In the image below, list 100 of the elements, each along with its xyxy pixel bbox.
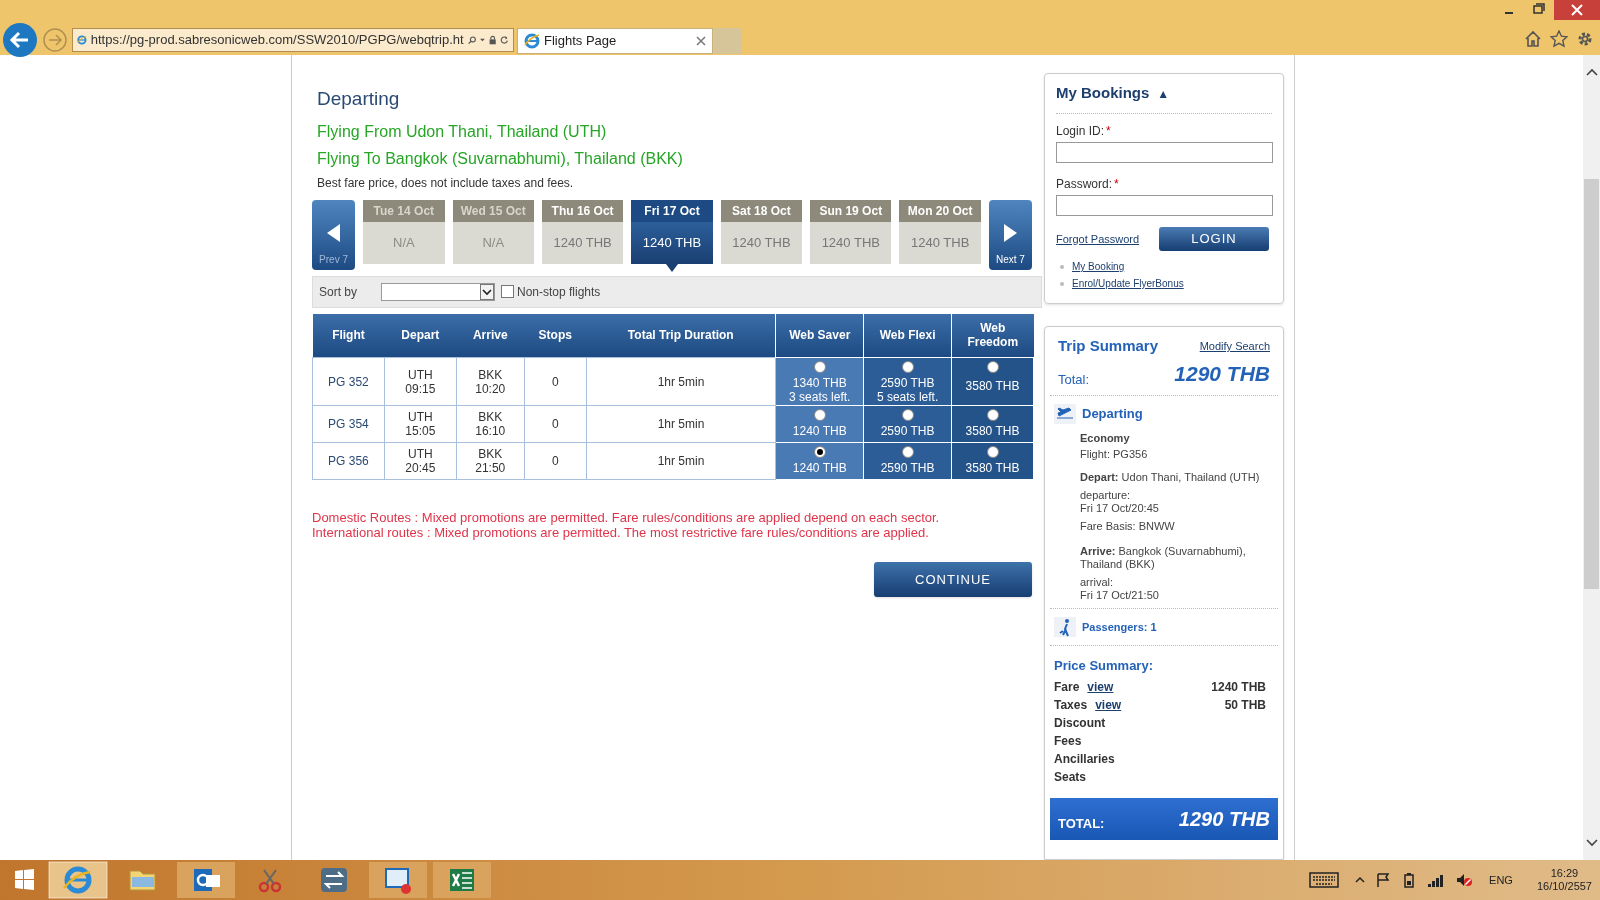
right-arrow-icon <box>1003 223 1018 242</box>
total-label: TOTAL: <box>1058 814 1105 833</box>
fare-cell: 3580 THB <box>951 357 1034 406</box>
modify-search-link[interactable]: Modify Search <box>1199 338 1270 355</box>
departure-time: Fri 17 Oct/20:45 <box>1080 502 1160 515</box>
column-header: Depart <box>384 313 457 358</box>
scrollbar[interactable] <box>1583 55 1600 860</box>
flight-number: PG 352 <box>312 357 385 406</box>
star-icon[interactable] <box>1550 30 1568 48</box>
fare-cell: 1340 THB 3 seats left. <box>775 357 864 406</box>
signal-icon[interactable] <box>1427 872 1446 888</box>
plane-icon <box>1054 404 1076 424</box>
fare-basis: Fare Basis: BNWW <box>1080 520 1176 533</box>
fare-radio[interactable] <box>813 446 826 458</box>
keyboard-icon[interactable] <box>1309 871 1340 889</box>
fare-radio[interactable] <box>986 361 999 373</box>
fare-cell: 1240 THB <box>775 405 864 443</box>
column-header: Total Trip Duration <box>586 313 776 358</box>
settings-icon[interactable] <box>1576 30 1594 48</box>
flag-icon[interactable] <box>1375 872 1392 888</box>
table-cell: 0 <box>524 442 587 480</box>
view-link[interactable]: view <box>1095 695 1122 714</box>
table-cell: UTH 20:45 <box>384 442 457 480</box>
sort-dropdown[interactable] <box>381 282 495 301</box>
cabin-class: Economy <box>1080 432 1131 445</box>
fare-cell: 1240 THB <box>775 442 864 480</box>
table-cell: BKK 10:20 <box>456 357 525 406</box>
booking-link[interactable]: My Booking <box>1072 259 1125 274</box>
password-field[interactable] <box>1056 194 1273 216</box>
search-icon[interactable] <box>467 33 477 47</box>
refresh-icon[interactable] <box>500 33 509 47</box>
fare-cell: 2590 THB <box>863 405 952 443</box>
tab-title: Flights Page <box>544 32 618 51</box>
language-indicator[interactable]: ENG <box>1489 871 1513 889</box>
prev-week-button[interactable]: Prev 7 <box>312 199 356 270</box>
next-week-button[interactable]: Next 7 <box>988 199 1032 270</box>
clock[interactable]: 16:29 16/10/2557 <box>1536 867 1592 893</box>
muted-speaker-icon[interactable] <box>1455 872 1474 888</box>
notice-text: International routes : Mixed promotions are permitted. The most restrictive fare rules/conditions are applied. <box>312 525 930 540</box>
route-text: Flying From Udon Thani, Thailand (UTH) <box>317 121 608 142</box>
table-cell: 1hr 5min <box>586 357 776 406</box>
flight-info: Flight: PG356 <box>1080 448 1149 461</box>
column-header: Flight <box>312 313 385 358</box>
arrive-info: Arrive: Bangkok (Suvarnabhumi), Thailand (BKK) <box>1080 545 1247 571</box>
fare-radio[interactable] <box>813 361 826 373</box>
address-bar[interactable]: https://pg-prod.sabresonicweb.com/SSW2010/PGPG/webqtrip.ht <box>72 28 514 52</box>
collapse-glyph[interactable]: ▲ <box>1157 84 1170 103</box>
mail-icon[interactable] <box>176 861 236 899</box>
notice-text: Domestic Routes : Mixed promotions are permitted. Fare rules/conditions are applied depend on each sector. <box>312 510 941 525</box>
bullet-icon <box>1060 281 1064 286</box>
home-icon[interactable] <box>1524 30 1542 48</box>
view-link[interactable]: view <box>1087 677 1114 696</box>
login-id-field[interactable] <box>1056 141 1273 163</box>
browser-tab[interactable]: Flights Page <box>517 28 713 54</box>
flight-number: PG 354 <box>312 405 385 443</box>
fare-radio[interactable] <box>986 446 999 458</box>
price-label: Discount <box>1054 714 1106 732</box>
column-header: Arrive <box>456 313 525 358</box>
nonstop-checkbox[interactable] <box>501 285 514 298</box>
fare-radio[interactable] <box>986 409 999 421</box>
fare-cell: 2590 THB <box>863 442 952 480</box>
back-icon[interactable] <box>2 22 38 58</box>
depart-info: Depart: Udon Thani, Thailand (UTH) <box>1080 471 1261 484</box>
spreadsheet-icon[interactable] <box>432 861 492 899</box>
booking-link[interactable]: Enrol/Update FlyerBonus <box>1072 276 1184 291</box>
person-icon <box>1054 617 1076 637</box>
browser-icon[interactable] <box>48 861 108 899</box>
bullet-icon <box>1060 264 1064 269</box>
price-label: Ancillaries <box>1054 750 1115 768</box>
continue-button[interactable]: CONTINUE <box>874 562 1032 597</box>
field-label: Login ID: * <box>1056 123 1112 140</box>
field-label: departure: <box>1080 489 1132 502</box>
fare-radio[interactable] <box>901 409 914 421</box>
price-label: Fare <box>1054 678 1080 696</box>
login-button[interactable]: LOGIN <box>1159 227 1269 251</box>
fare-radio[interactable] <box>901 446 914 458</box>
forgot-password-link[interactable]: Forgot Password <box>1056 230 1140 248</box>
field-label: Password: * <box>1056 176 1120 193</box>
table-cell: UTH 15:05 <box>384 405 457 443</box>
table-cell: 1hr 5min <box>586 442 776 480</box>
total-amount: 1290 THB <box>1174 360 1270 387</box>
scrollbar-thumb[interactable] <box>1584 179 1599 589</box>
column-header: Stops <box>524 313 587 358</box>
column-header: Web Freedom <box>951 313 1034 358</box>
fare-cell: 3580 THB <box>951 442 1034 480</box>
section-title: Price Summary: <box>1053 657 1154 675</box>
fare-radio[interactable] <box>901 361 914 373</box>
price-amount: 50 THB <box>1224 696 1266 714</box>
close-icon[interactable] <box>1554 0 1600 20</box>
caret-up-icon[interactable] <box>1355 875 1366 885</box>
checkbox-label: Non-stop flights <box>517 283 601 301</box>
table-cell: BKK 21:50 <box>456 442 525 480</box>
remote-desktop-icon[interactable] <box>368 861 428 899</box>
fare-radio[interactable] <box>813 409 826 421</box>
field-label: arrival: <box>1080 576 1114 589</box>
column-header: Web Flexi <box>863 313 952 358</box>
close-icon[interactable] <box>696 36 706 46</box>
price-label: Fees <box>1054 732 1082 750</box>
browser-logo-icon <box>77 32 87 48</box>
flight-number: PG 356 <box>312 442 385 480</box>
